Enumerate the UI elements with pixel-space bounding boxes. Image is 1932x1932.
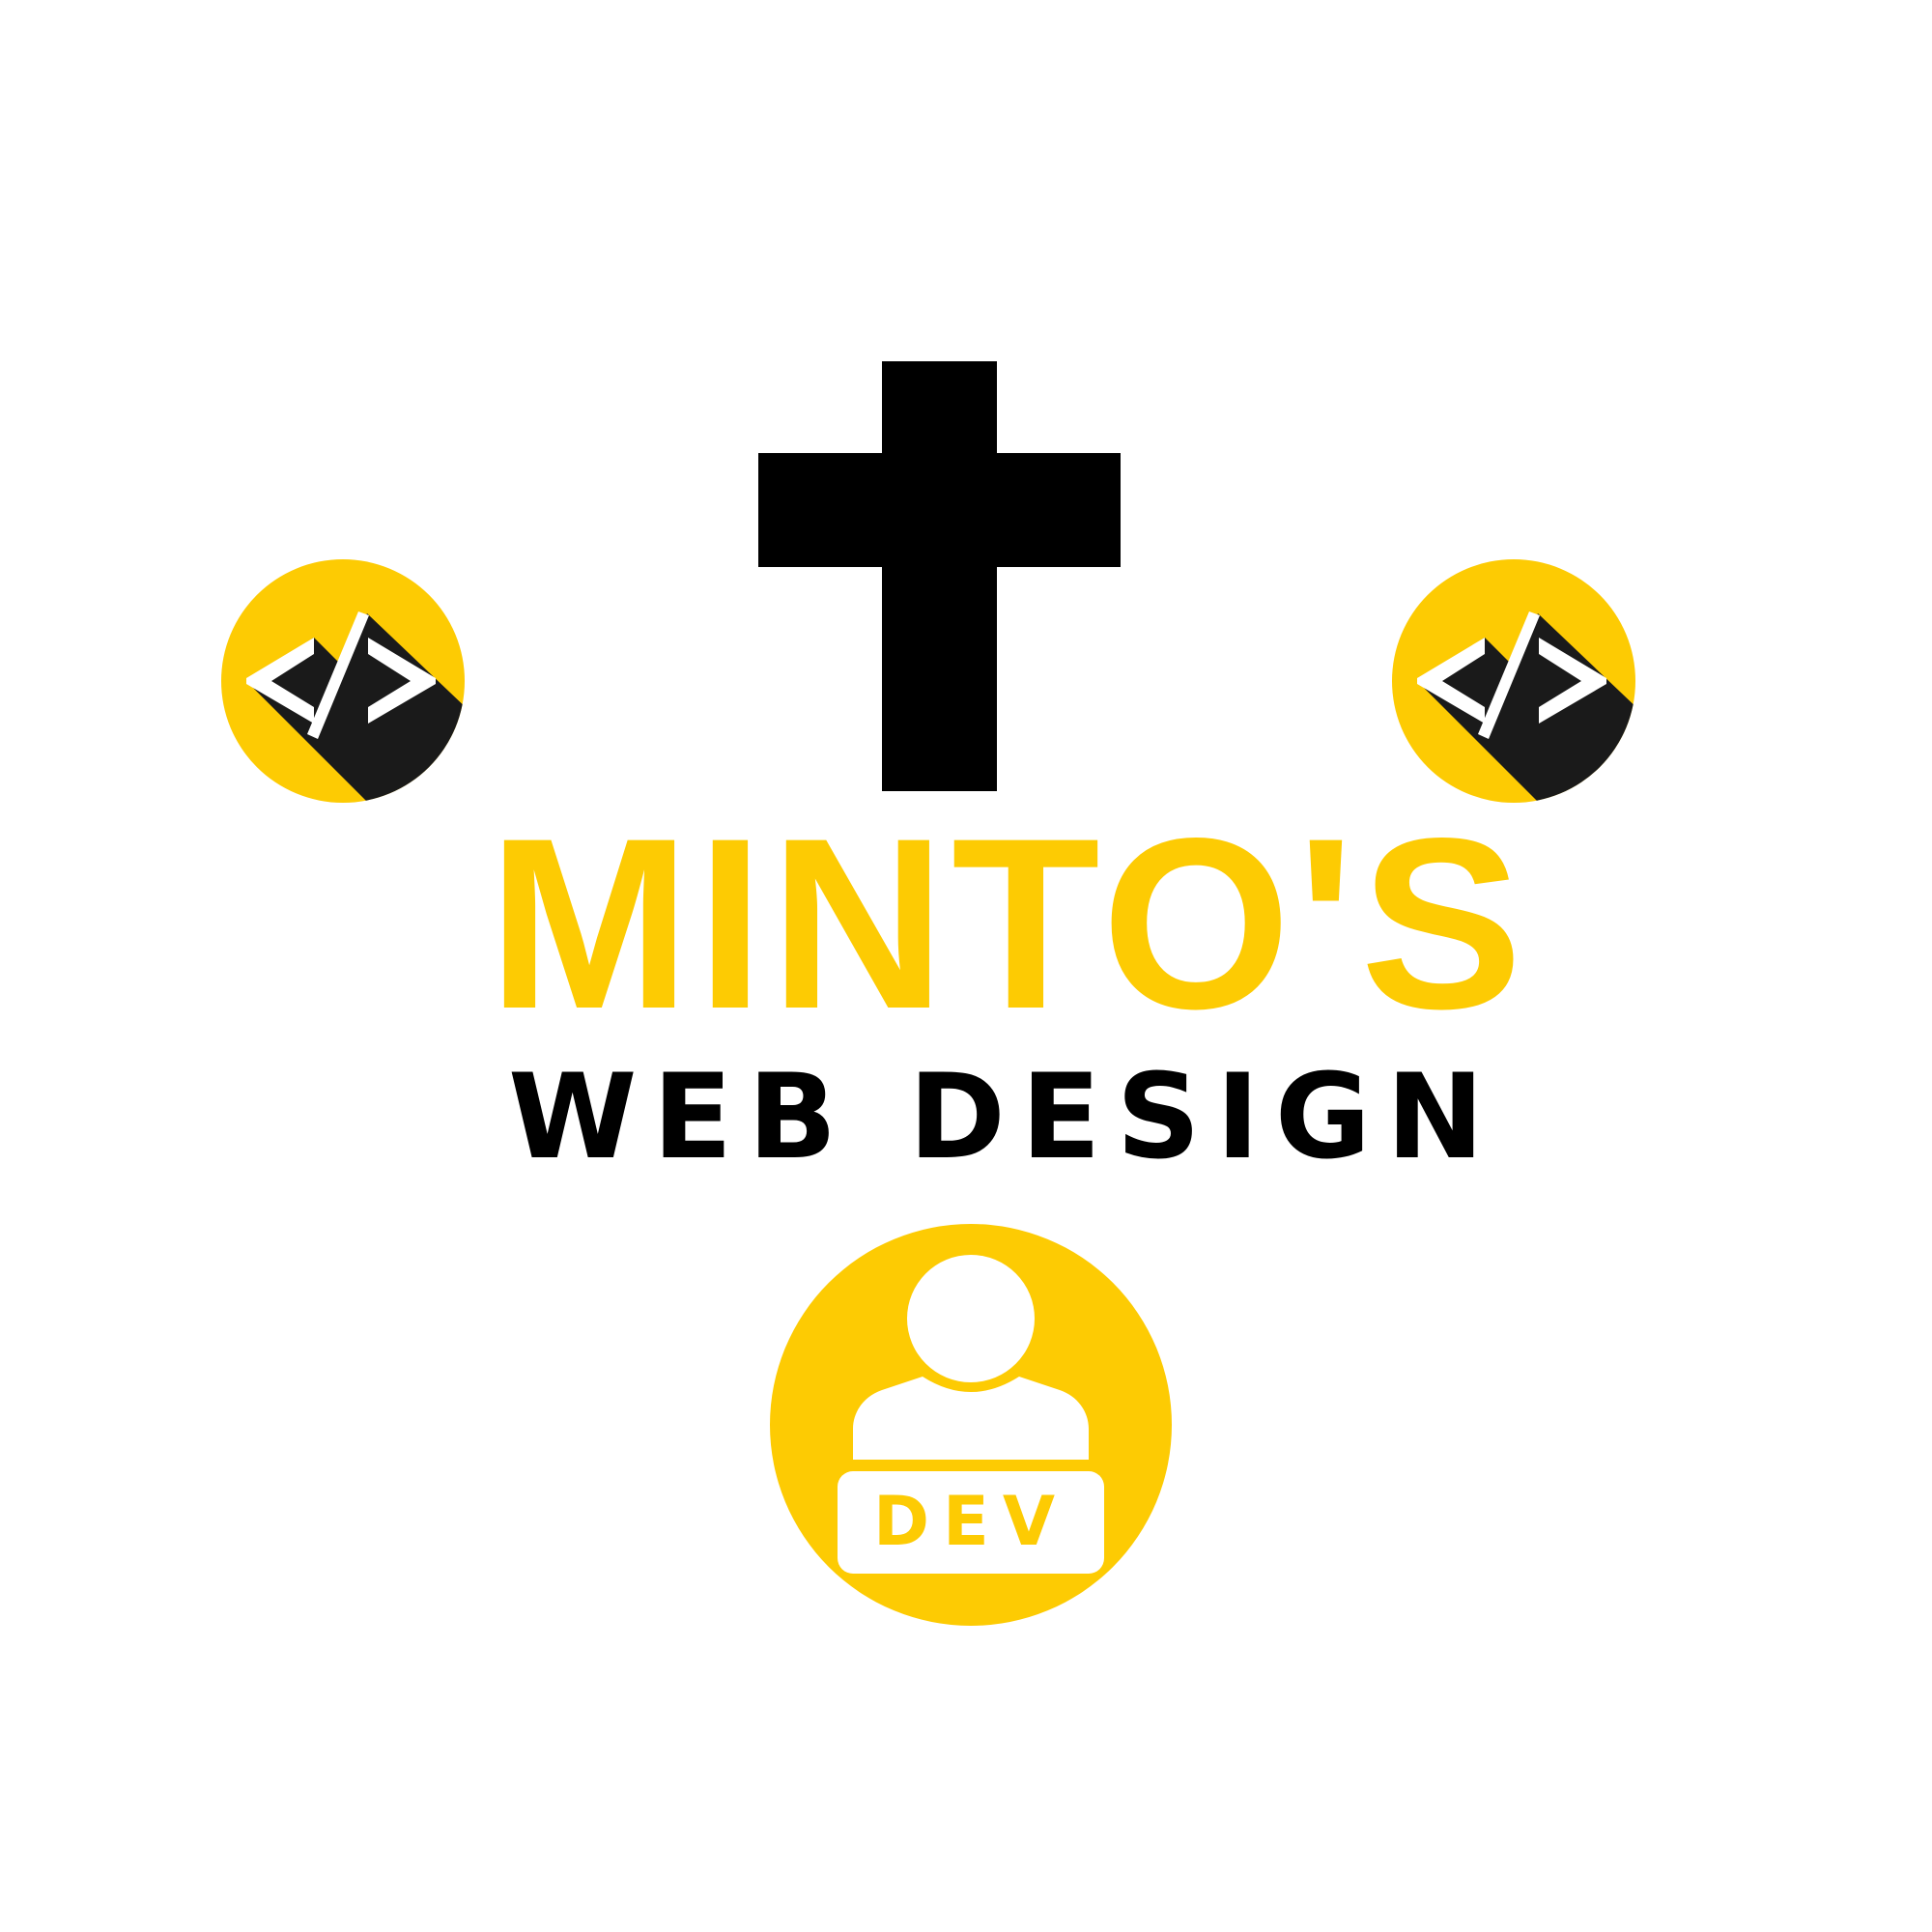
developer-person-icon: DEV — [770, 1224, 1172, 1626]
logo-canvas: MINTO'S WEB DESIGN DEV — [0, 0, 1932, 1932]
code-icon — [1392, 559, 1635, 803]
code-icon — [221, 559, 465, 803]
brand-tagline: WEB DESIGN — [508, 1049, 1500, 1185]
badge-label: DEV — [873, 1482, 1068, 1561]
cross-icon — [758, 361, 1121, 791]
brand-name: MINTO'S — [488, 788, 1529, 1060]
